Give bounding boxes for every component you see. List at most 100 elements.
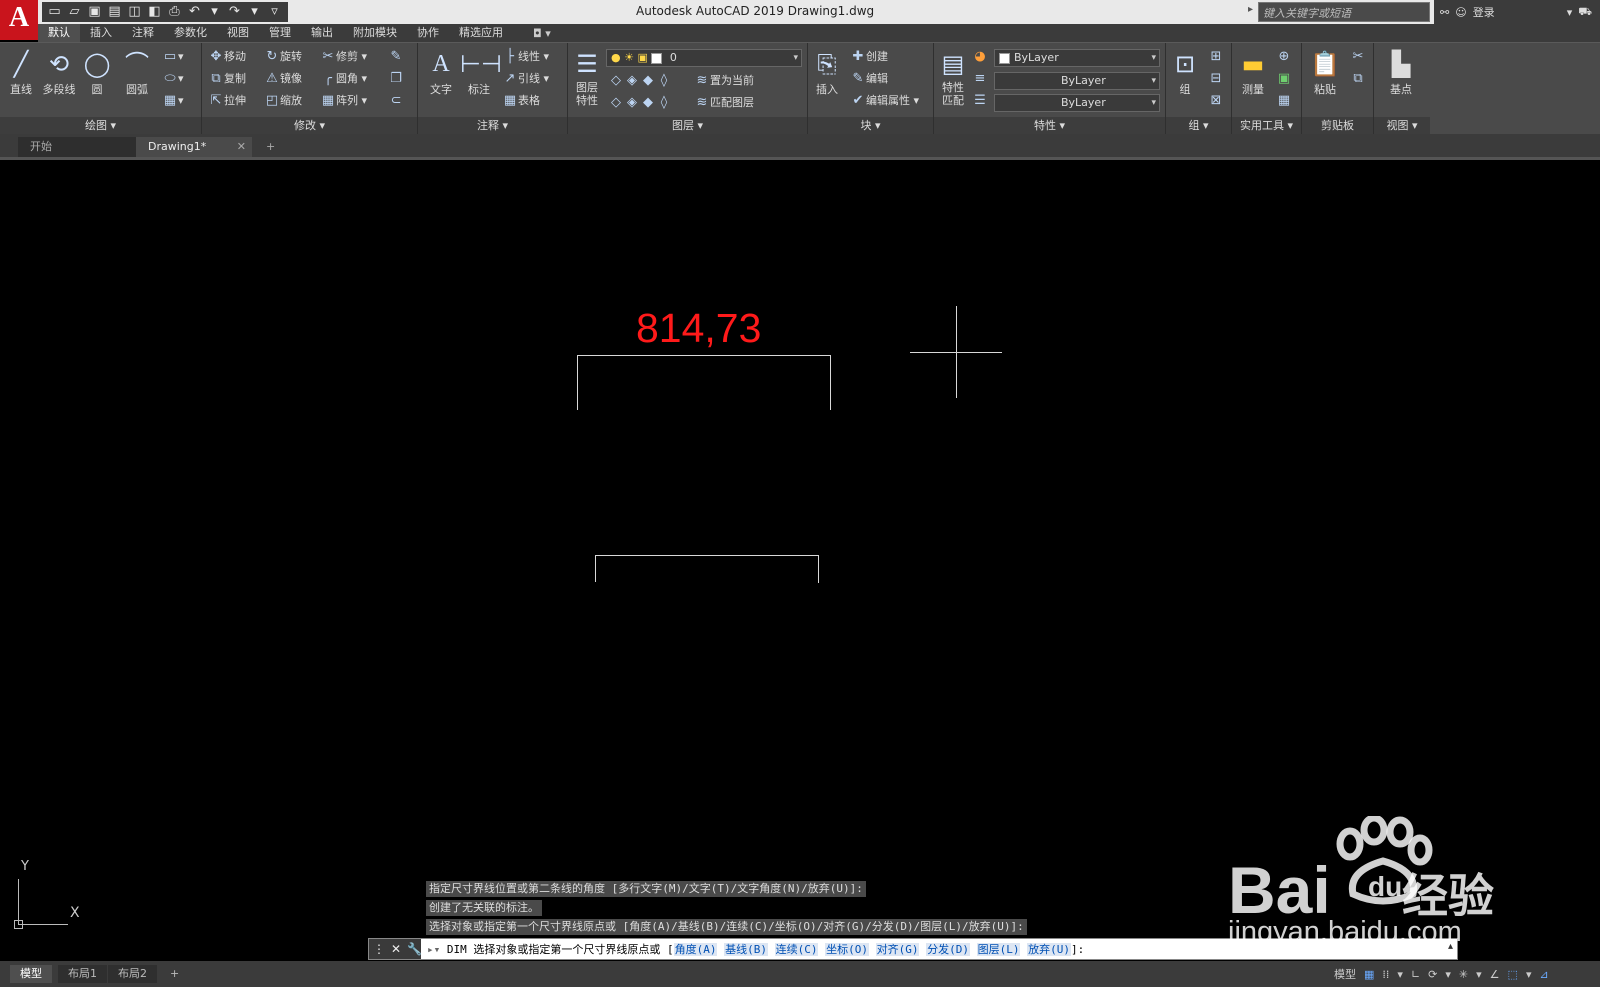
arc-button[interactable]: ⌒ 圆弧 — [118, 47, 156, 97]
lineweight-dropdown[interactable]: ByLayer ▾ — [994, 94, 1160, 112]
layer-tools-row2[interactable]: ◇ ◈ ◆ ◊ — [608, 93, 672, 113]
isodraft-dropdown-icon[interactable]: ▾ — [1476, 968, 1482, 981]
login-button[interactable]: 登录 — [1473, 4, 1495, 20]
edit-block-button[interactable]: ✎ 编辑 — [850, 69, 888, 89]
circle-button[interactable]: ◯ 圆 — [78, 47, 116, 97]
option-continue[interactable]: 连续(C) — [774, 943, 819, 956]
option-baseline[interactable]: 基线(B) — [724, 943, 768, 956]
panel-utilities-title[interactable]: 实用工具 ▾ — [1232, 117, 1301, 135]
insert-button[interactable]: ⎘ 插入 — [808, 47, 846, 97]
option-undo[interactable]: 放弃(U) — [1027, 943, 1071, 956]
tab-default[interactable]: 默认 — [38, 24, 80, 42]
panel-block-title[interactable]: 块 ▾ — [808, 117, 933, 135]
undo-dropdown-icon[interactable]: ▾ — [206, 4, 223, 20]
leader-button[interactable]: ↗ 引线 ▾ — [502, 69, 549, 89]
color-wheel-icon[interactable]: ◕ — [972, 47, 988, 67]
text-button[interactable]: A 文字 — [422, 47, 460, 97]
annotation-visibility-icon[interactable]: ⊿ — [1539, 968, 1548, 981]
measure-button[interactable]: ▬ 测量 — [1234, 47, 1272, 97]
undo-icon[interactable]: ↶ — [186, 4, 203, 20]
tab-layout2[interactable]: 布局2 — [108, 965, 157, 983]
select-all-icon[interactable]: ▣ — [1276, 69, 1292, 89]
redo-icon[interactable]: ↷ — [226, 4, 243, 20]
color-dropdown[interactable]: ByLayer ▾ — [994, 49, 1160, 67]
new-tab-button[interactable]: + — [260, 137, 282, 157]
command-prompt[interactable]: ▸▾ DIM 选择对象或指定第一个尺寸界线原点或 [角度(A) 基线(B) 连续… — [427, 941, 1084, 957]
explode-button[interactable]: ❐ — [388, 69, 404, 89]
web-open-icon[interactable]: ◫ — [126, 4, 143, 20]
panel-clipboard-title[interactable]: 剪贴板 — [1302, 117, 1373, 135]
panel-draw-title[interactable]: 绘图 ▾ — [0, 117, 201, 135]
save-as-icon[interactable]: ▤ — [106, 4, 123, 20]
paste-button[interactable]: 📋 粘贴 — [1306, 47, 1344, 97]
drawn-line-top[interactable] — [595, 555, 819, 556]
drawn-line-left[interactable] — [595, 555, 596, 582]
table-button[interactable]: ▦ 表格 — [502, 91, 540, 111]
tab-drawing1[interactable]: Drawing1* ✕ — [136, 137, 252, 157]
web-save-icon[interactable]: ◧ — [146, 4, 163, 20]
ellipse-button[interactable]: ⬭ ▾ — [162, 69, 183, 89]
rectangle-button[interactable]: ▭ ▾ — [162, 47, 184, 67]
binoculars-icon[interactable]: ⚯ — [1440, 6, 1449, 19]
match-properties-button[interactable]: ▤ 特性 匹配 — [934, 47, 972, 107]
group-select-icon[interactable]: ⊠ — [1208, 91, 1224, 111]
panel-group-title[interactable]: 组 ▾ — [1166, 117, 1231, 135]
tab-manage[interactable]: 管理 — [259, 24, 301, 42]
save-icon[interactable]: ▣ — [86, 4, 103, 20]
dimension-text[interactable]: 814,73 — [636, 305, 761, 352]
offset-button[interactable]: ⊂ — [388, 91, 404, 111]
option-align[interactable]: 对齐(G) — [875, 943, 920, 956]
tab-insert[interactable]: 插入 — [80, 24, 122, 42]
trim-button[interactable]: ✂ 修剪 ▾ — [320, 47, 367, 67]
cart-icon[interactable]: ⛟ — [1578, 5, 1592, 20]
array-button[interactable]: ▦ 阵列 ▾ — [320, 91, 367, 111]
plot-icon[interactable]: ⎙ — [166, 4, 183, 20]
tab-output[interactable]: 输出 — [301, 24, 343, 42]
search-expand-icon[interactable]: ▸ — [1248, 4, 1256, 20]
linetype-dropdown[interactable]: ByLayer ▾ — [994, 72, 1160, 90]
login-dropdown-icon[interactable]: ▾ — [1567, 6, 1573, 19]
group-button[interactable]: ⊡ 组 — [1166, 47, 1204, 97]
model-space-button[interactable]: 模型 — [1334, 966, 1356, 982]
linear-button[interactable]: ├ 线性 ▾ — [502, 47, 549, 67]
ribbon-display-toggle-icon[interactable]: ◘ ▾ — [513, 27, 551, 40]
tab-layout1[interactable]: 布局1 — [58, 965, 107, 983]
base-view-button[interactable]: ▙ 基点 — [1382, 47, 1420, 97]
extension-line-right[interactable] — [830, 355, 831, 410]
new-file-icon[interactable]: ▭ — [46, 4, 63, 20]
copy-clip-icon[interactable]: ⧉ — [1350, 69, 1366, 89]
ungroup-icon[interactable]: ⊞ — [1208, 47, 1224, 67]
extension-line-left[interactable] — [577, 355, 578, 410]
tab-start[interactable]: 开始 — [18, 137, 136, 157]
object-snap-tracking-icon[interactable]: ∠ — [1490, 968, 1500, 981]
app-menu-button[interactable]: A — [0, 0, 38, 40]
option-angle[interactable]: 角度(A) — [673, 943, 718, 956]
snap-dropdown-icon[interactable]: ▾ — [1397, 968, 1403, 981]
polyline-button[interactable]: ⟲ 多段线 — [40, 47, 78, 97]
object-snap-dropdown-icon[interactable]: ▾ — [1526, 968, 1532, 981]
set-current-button[interactable]: ≋ 置为当前 — [694, 71, 754, 91]
tab-annotate[interactable]: 注释 — [122, 24, 164, 42]
option-layer[interactable]: 图层(L) — [976, 943, 1021, 956]
create-block-button[interactable]: ✚ 创建 — [850, 47, 888, 67]
option-ordinate[interactable]: 坐标(O) — [825, 943, 869, 956]
close-tab-icon[interactable]: ✕ — [237, 137, 246, 157]
redo-dropdown-icon[interactable]: ▾ — [246, 4, 263, 20]
layer-properties-button[interactable]: ☰ 图层 特性 — [568, 47, 606, 107]
search-input[interactable]: 键入关键字或短语 — [1258, 2, 1430, 22]
isodraft-icon[interactable]: ✳ — [1459, 968, 1468, 981]
panel-annotation-title[interactable]: 注释 ▾ — [418, 117, 567, 135]
ortho-icon[interactable]: ∟ — [1411, 968, 1420, 981]
tab-addins[interactable]: 附加模块 — [343, 24, 407, 42]
move-button[interactable]: ✥ 移动 — [208, 47, 246, 67]
polar-dropdown-icon[interactable]: ▾ — [1445, 968, 1451, 981]
quick-select-icon[interactable]: ⊕ — [1276, 47, 1292, 67]
panel-properties-title[interactable]: 特性 ▾ — [934, 117, 1165, 135]
tab-parametric[interactable]: 参数化 — [164, 24, 217, 42]
group-edit-icon[interactable]: ⊟ — [1208, 69, 1224, 89]
panel-modify-title[interactable]: 修改 ▾ — [202, 117, 417, 135]
layer-dropdown[interactable]: ● ☀ ▣ 0 ▾ — [606, 49, 802, 67]
mirror-button[interactable]: ⚠ 镜像 — [264, 69, 302, 89]
line-button[interactable]: ╱ 直线 — [2, 47, 40, 97]
close-command-icon[interactable]: ✕ — [391, 942, 401, 956]
